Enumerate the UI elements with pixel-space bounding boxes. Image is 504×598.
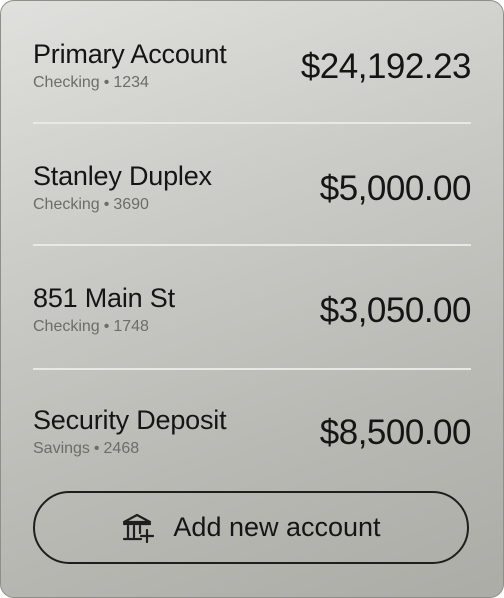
account-type: Checking bbox=[33, 318, 100, 335]
row-divider bbox=[33, 244, 471, 246]
account-number: 1234 bbox=[113, 74, 149, 91]
account-details: Checking • 1234 bbox=[33, 74, 149, 92]
account-number: 2468 bbox=[103, 440, 140, 457]
account-number: 1748 bbox=[113, 318, 149, 335]
account-type: Savings bbox=[33, 440, 90, 457]
account-row-primary-account[interactable]: Primary Account Checking • 1234 $24,192.23 bbox=[33, 39, 472, 161]
account-details: Checking • 3690 bbox=[33, 196, 149, 214]
account-details: Savings • 2468 bbox=[33, 440, 139, 458]
separator-dot: • bbox=[103, 196, 110, 213]
account-row-stanley-duplex[interactable]: Stanley Duplex Checking • 3690 $5,000.00 bbox=[33, 161, 472, 283]
account-balance: $3,050.00 bbox=[319, 291, 472, 330]
account-number: 3690 bbox=[113, 196, 149, 213]
add-new-account-button[interactable]: Add new account bbox=[33, 491, 469, 564]
account-balance: $24,192.23 bbox=[300, 47, 472, 86]
account-type: Checking bbox=[33, 196, 100, 213]
row-divider bbox=[33, 368, 471, 370]
account-name: Primary Account bbox=[33, 39, 227, 69]
separator-dot: • bbox=[103, 318, 110, 335]
account-details: Checking • 1748 bbox=[33, 318, 149, 336]
accounts-card: Primary Account Checking • 1234 $24,192.23… bbox=[0, 0, 504, 598]
account-name: Stanley Duplex bbox=[33, 161, 212, 191]
account-balance: $5,000.00 bbox=[319, 169, 472, 208]
account-type: Checking bbox=[33, 74, 100, 91]
row-divider bbox=[33, 122, 471, 124]
account-name: Security Deposit bbox=[33, 405, 227, 435]
separator-dot: • bbox=[93, 440, 100, 457]
separator-dot: • bbox=[103, 74, 110, 91]
account-balance: $8,500.00 bbox=[319, 413, 472, 452]
account-name: 851 Main St bbox=[33, 283, 175, 313]
add-new-account-label: Add new account bbox=[173, 512, 381, 542]
account-row-851-main-st[interactable]: 851 Main St Checking • 1748 $3,050.00 bbox=[33, 283, 472, 405]
bank-add-icon bbox=[123, 513, 155, 543]
